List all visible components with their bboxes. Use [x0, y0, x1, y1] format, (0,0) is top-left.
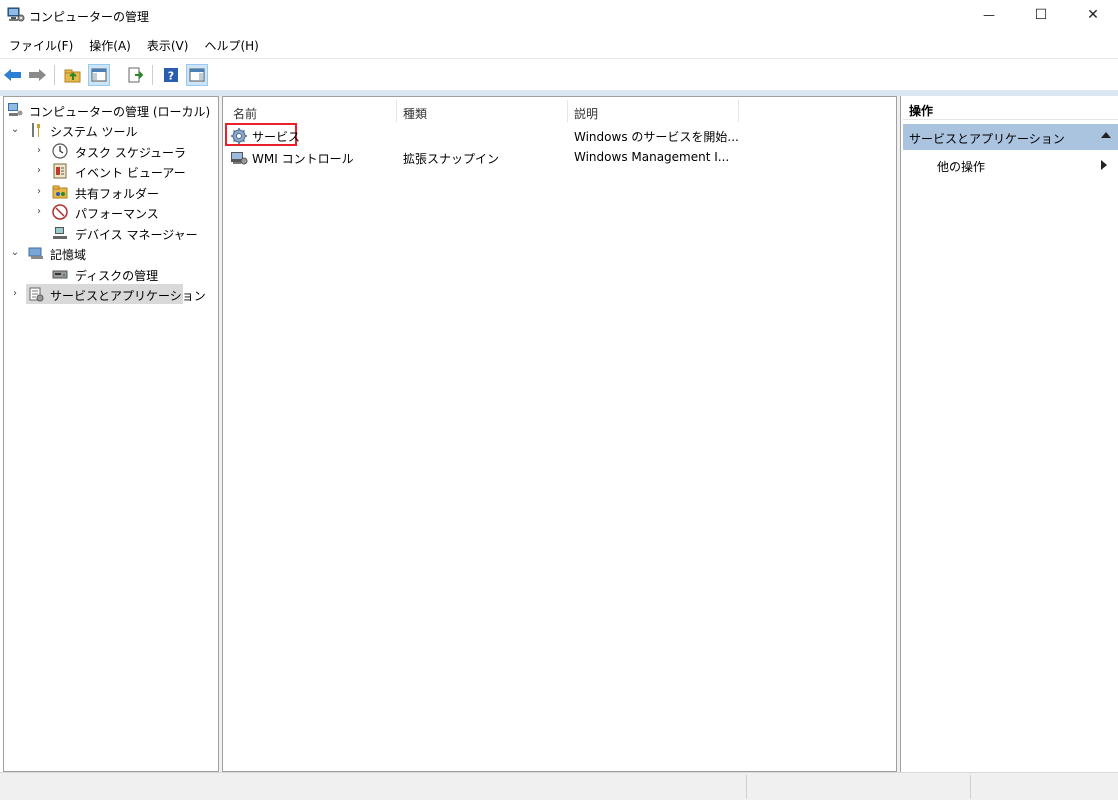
title-bar: コンピューターの管理 — ☐ ✕ [0, 0, 1118, 32]
help-icon: ? [164, 68, 178, 83]
status-segment [746, 775, 747, 799]
chevron-right-icon[interactable]: › [34, 182, 44, 202]
forward-icon [29, 69, 46, 81]
action-more-actions[interactable]: 他の操作 [937, 158, 985, 175]
menu-bar: ファイル(F) 操作(A) 表示(V) ヘルプ(H) [0, 36, 267, 56]
wmi-control-icon [231, 152, 248, 165]
tree-item-task-scheduler[interactable]: › タスク スケジューラ [4, 141, 218, 161]
tree-item-label: コンピューターの管理 (ローカル) [29, 105, 211, 119]
menu-help[interactable]: ヘルプ(H) [196, 36, 266, 56]
close-button[interactable]: ✕ [1070, 0, 1116, 30]
column-divider[interactable] [567, 100, 568, 122]
show-action-pane-icon [189, 68, 205, 82]
chevron-right-icon[interactable]: › [34, 141, 44, 161]
list-item-wmi-control[interactable]: WMI コントロール 拡張スナップイン Windows Management I… [228, 147, 888, 167]
tree-item-label: システム ツール [50, 125, 138, 139]
item-description: Windows のサービスを開始... [574, 130, 739, 144]
menu-action[interactable]: 操作(A) [81, 36, 139, 56]
tree-item-services-and-applications[interactable]: › サービスとアプリケーション [4, 284, 218, 304]
maximize-button[interactable]: ☐ [1018, 0, 1064, 30]
actions-group-label: サービスとアプリケーション [909, 132, 1065, 146]
result-pane: 名前 種類 説明 サービス Windows のサービスを開始... WMI コン… [222, 96, 897, 772]
tree-item-performance[interactable]: › パフォーマンス [4, 202, 218, 222]
show-hide-action-pane-button[interactable] [186, 64, 208, 86]
actions-header: 操作 [903, 98, 1118, 120]
column-divider[interactable] [396, 100, 397, 122]
toolbar: ? [0, 58, 1118, 90]
device-manager-icon [53, 227, 67, 239]
item-name: WMI コントロール [252, 152, 354, 166]
tree-item-event-viewer[interactable]: › イベント ビューアー [4, 161, 218, 181]
maximize-icon: ☐ [1034, 7, 1048, 23]
tree-item-label: 記憶域 [50, 248, 87, 262]
up-level-button[interactable] [62, 64, 84, 86]
menu-file[interactable]: ファイル(F) [0, 36, 81, 56]
status-segment [970, 775, 971, 799]
help-button[interactable]: ? [160, 64, 182, 86]
tree-item-system-tools[interactable]: ⌄ システム ツール [4, 120, 218, 140]
event-viewer-icon [53, 163, 67, 179]
back-icon [4, 69, 21, 81]
storage-icon [28, 247, 43, 259]
tree-item-label: パフォーマンス [75, 207, 159, 221]
services-apps-icon [29, 287, 44, 302]
tree-item-label: 共有フォルダー [75, 187, 160, 201]
list-item-services[interactable]: サービス Windows のサービスを開始... [228, 125, 888, 145]
console-tree: コンピューターの管理 (ローカル) ⌄ システム ツール › タスク スケジュー… [3, 96, 219, 772]
chevron-right-icon[interactable]: › [34, 161, 44, 181]
chevron-right-icon[interactable]: › [34, 202, 44, 222]
tree-item-label: サービスとアプリケーション [50, 289, 206, 303]
submenu-arrow-icon[interactable] [1101, 160, 1107, 170]
tree-item-shared-folders[interactable]: › 共有フォルダー [4, 182, 218, 202]
show-hide-tree-icon [91, 68, 107, 82]
computer-management-icon [8, 103, 23, 116]
disk-icon [52, 270, 68, 279]
window-title: コンピューターの管理 [29, 10, 150, 24]
forward-button[interactable] [26, 64, 48, 86]
gear-icon [231, 128, 247, 144]
tree-item-disk-management[interactable]: ディスクの管理 [4, 264, 218, 284]
chevron-right-icon[interactable]: › [10, 284, 20, 304]
item-type: 拡張スナップイン [403, 152, 500, 166]
computer-management-icon [7, 7, 25, 22]
minimize-button[interactable]: — [966, 0, 1012, 30]
collapse-arrow-icon[interactable] [1101, 132, 1111, 138]
show-hide-console-tree-button[interactable] [88, 64, 110, 86]
tree-item-root[interactable]: コンピューターの管理 (ローカル) [4, 100, 218, 120]
column-header-name[interactable]: 名前 [233, 105, 257, 122]
shared-folder-icon [52, 185, 68, 199]
tree-item-label: イベント ビューアー [75, 166, 186, 180]
tree-item-device-manager[interactable]: デバイス マネージャー [4, 223, 218, 243]
actions-group-services-and-applications[interactable]: サービスとアプリケーション [903, 124, 1118, 150]
back-button[interactable] [2, 64, 24, 86]
minimize-icon: — [983, 8, 995, 22]
tree-item-storage[interactable]: ⌄ 記憶域 [4, 243, 218, 263]
svg-text:?: ? [168, 70, 174, 83]
tree-item-label: タスク スケジューラ [75, 146, 186, 160]
up-folder-icon [64, 69, 81, 83]
tools-icon [32, 123, 40, 137]
export-list-icon [128, 67, 143, 83]
export-list-button[interactable] [124, 64, 146, 86]
column-header-type[interactable]: 種類 [403, 105, 427, 122]
tree-item-label: ディスクの管理 [75, 269, 159, 283]
chevron-down-icon[interactable]: ⌄ [10, 120, 20, 140]
column-divider[interactable] [738, 100, 739, 122]
status-bar [0, 772, 1118, 800]
close-icon: ✕ [1087, 7, 1099, 23]
performance-icon [52, 204, 68, 220]
item-name: サービス [252, 130, 301, 144]
column-header-description[interactable]: 説明 [574, 105, 598, 122]
chevron-down-icon[interactable]: ⌄ [10, 243, 20, 263]
tree-item-label: デバイス マネージャー [75, 228, 198, 242]
item-description: Windows Management I... [574, 150, 730, 164]
clock-icon [52, 143, 68, 159]
actions-pane: 操作 サービスとアプリケーション 他の操作 [900, 96, 1118, 772]
menu-view[interactable]: 表示(V) [139, 36, 197, 56]
